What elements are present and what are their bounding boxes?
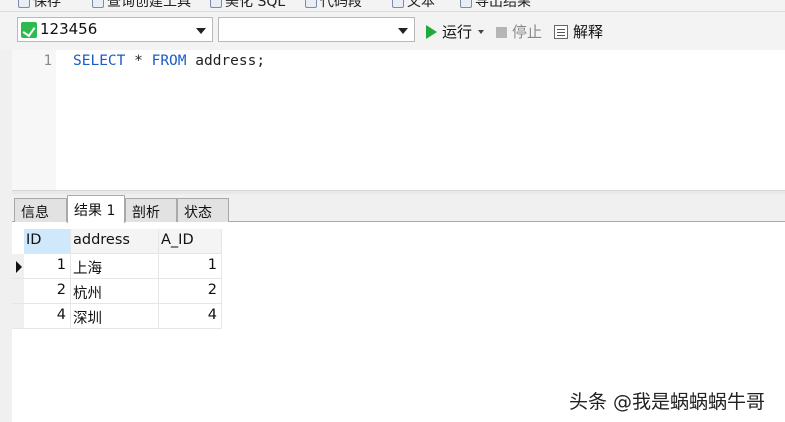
sql-keyword-select: SELECT bbox=[73, 53, 126, 69]
cell-address[interactable]: 深圳 bbox=[71, 304, 159, 329]
cell-a-id[interactable]: 2 bbox=[159, 279, 222, 304]
explain-button[interactable]: 解释 bbox=[554, 21, 603, 41]
connection-icon bbox=[21, 22, 37, 38]
code-snippet-button[interactable]: 代码段 bbox=[305, 0, 362, 11]
connection-select[interactable]: 123456 bbox=[17, 17, 213, 42]
text-button[interactable]: 文本 bbox=[392, 0, 435, 11]
beautify-icon bbox=[210, 0, 222, 8]
export-result-button[interactable]: 导出结果 bbox=[460, 0, 531, 11]
column-header-id[interactable]: ID bbox=[24, 229, 71, 254]
table-row[interactable]: 1 上海 1 bbox=[12, 254, 222, 279]
row-indicator bbox=[12, 279, 24, 304]
table-row[interactable]: 2 杭州 2 bbox=[12, 279, 222, 304]
cell-address[interactable]: 上海 bbox=[71, 254, 159, 279]
line-gutter: 1 bbox=[12, 50, 56, 190]
result-tabbar: 信息 结果 1 剖析 状态 bbox=[12, 194, 785, 223]
run-dropdown-icon[interactable] bbox=[478, 30, 485, 34]
snippet-icon bbox=[305, 0, 317, 8]
tab-info[interactable]: 信息 bbox=[14, 198, 67, 222]
query-builder-icon bbox=[92, 0, 104, 8]
chevron-down-icon[interactable] bbox=[196, 28, 206, 34]
run-button[interactable]: 运行 bbox=[426, 21, 485, 41]
cell-id[interactable]: 1 bbox=[24, 254, 71, 279]
left-panel-edge bbox=[0, 50, 12, 422]
watermark: 头条 @我是蜗蜗蜗牛哥 bbox=[569, 391, 766, 413]
beautify-sql-button[interactable]: 美化 SQL bbox=[210, 0, 285, 11]
save-icon bbox=[18, 0, 30, 8]
text-icon bbox=[392, 0, 404, 8]
sql-code-line[interactable]: SELECT * FROM address; bbox=[73, 53, 265, 69]
sql-keyword-from: FROM bbox=[151, 53, 187, 69]
chevron-down-icon[interactable] bbox=[398, 28, 408, 34]
cell-address[interactable]: 杭州 bbox=[71, 279, 159, 304]
connection-value: 123456 bbox=[40, 20, 98, 38]
play-icon bbox=[426, 25, 437, 39]
table-row[interactable]: 4 深圳 4 bbox=[12, 304, 222, 329]
query-builder-button[interactable]: 查询创建工具 bbox=[92, 0, 191, 11]
sql-editor[interactable]: 1 SELECT * FROM address; bbox=[12, 50, 785, 190]
column-header-address[interactable]: address bbox=[71, 229, 159, 254]
database-select[interactable] bbox=[218, 17, 415, 42]
cell-id[interactable]: 2 bbox=[24, 279, 71, 304]
tab-result-1[interactable]: 结果 1 bbox=[67, 195, 125, 223]
explain-icon bbox=[554, 25, 568, 39]
stop-button[interactable]: 停止 bbox=[496, 21, 542, 41]
line-number: 1 bbox=[43, 53, 52, 69]
sql-table-name: address; bbox=[186, 53, 266, 69]
export-icon bbox=[460, 0, 472, 8]
tab-status[interactable]: 状态 bbox=[177, 198, 229, 222]
grid-header: ID address A_ID bbox=[12, 229, 222, 254]
column-header-a-id[interactable]: A_ID bbox=[159, 229, 222, 254]
stop-icon bbox=[496, 27, 507, 38]
connection-toolbar: 123456 运行 停止 解释 bbox=[0, 12, 785, 50]
cell-a-id[interactable]: 1 bbox=[159, 254, 222, 279]
row-indicator bbox=[12, 304, 24, 329]
cell-a-id[interactable]: 4 bbox=[159, 304, 222, 329]
cell-id[interactable]: 4 bbox=[24, 304, 71, 329]
main-toolbar: 保存 查询创建工具 美化 SQL 代码段 文本 导出结果 bbox=[0, 0, 785, 12]
sql-star: * bbox=[125, 53, 152, 69]
tab-profile[interactable]: 剖析 bbox=[125, 198, 177, 222]
save-button[interactable]: 保存 bbox=[18, 0, 61, 11]
current-row-indicator-icon bbox=[12, 254, 24, 279]
